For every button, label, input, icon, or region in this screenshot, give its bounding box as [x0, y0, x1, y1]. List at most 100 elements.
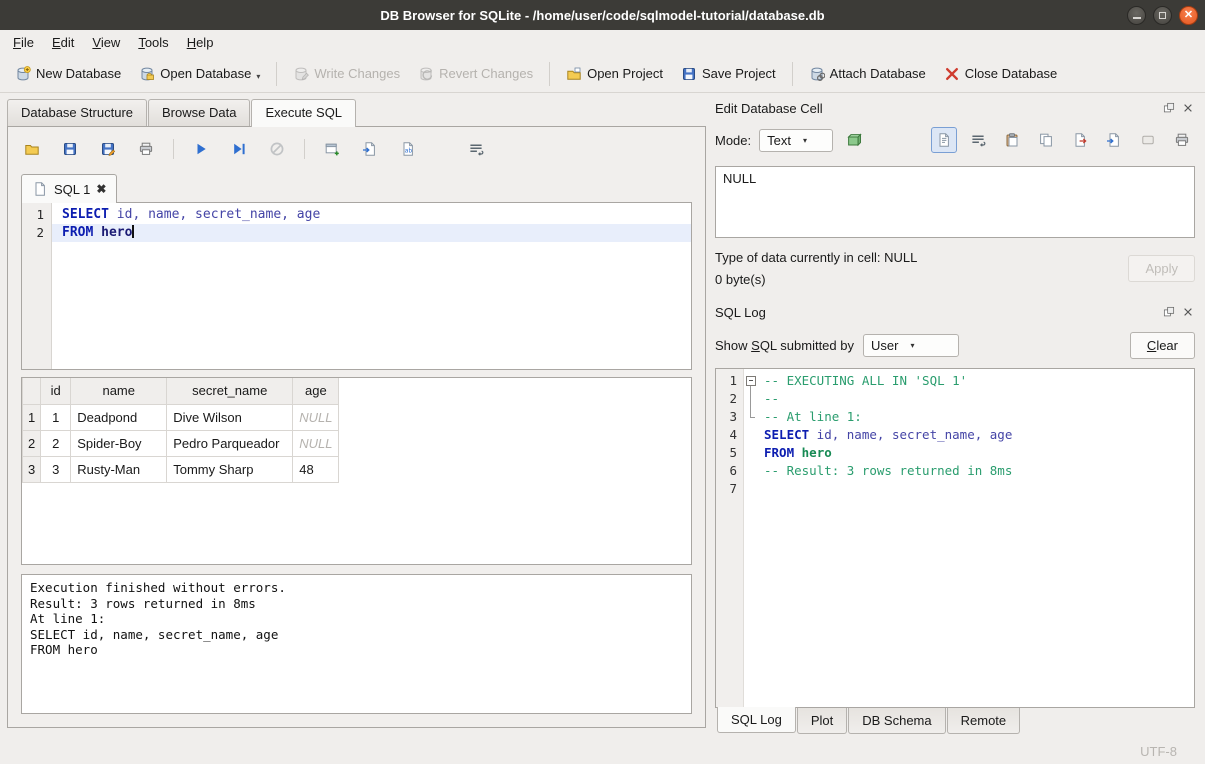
cell[interactable]: Tommy Sharp [167, 456, 293, 482]
log-line [758, 480, 1194, 498]
execution-message-pane: Execution finished without errors. Resul… [21, 574, 692, 714]
open-database-button[interactable]: Open Database▾ [132, 61, 267, 87]
cell[interactable]: NULL [293, 404, 339, 430]
row-number[interactable]: 3 [23, 456, 41, 482]
row-number[interactable]: 1 [23, 404, 41, 430]
menu-edit[interactable]: Edit [43, 32, 83, 53]
save-sql-as-icon[interactable] [97, 138, 119, 160]
cell[interactable]: Deadpond [71, 404, 167, 430]
apply-type-icon[interactable] [841, 127, 867, 153]
menu-help[interactable]: Help [178, 32, 223, 53]
attach-database-button[interactable]: Attach Database [802, 61, 933, 87]
column-header-id[interactable]: id [41, 378, 71, 404]
execute-current-line-icon[interactable] [228, 138, 250, 160]
save-project-button[interactable]: Save Project [674, 61, 783, 87]
set-null-icon[interactable] [1135, 127, 1161, 153]
paste-icon[interactable] [999, 127, 1025, 153]
menu-view[interactable]: View [83, 32, 129, 53]
menu-tools[interactable]: Tools [129, 32, 177, 53]
cell-editor[interactable]: NULL [715, 166, 1195, 238]
fold-cell [744, 426, 758, 444]
row-number[interactable]: 2 [23, 430, 41, 456]
log-line-number: 6 [716, 462, 743, 480]
float-icon[interactable] [1162, 101, 1176, 115]
bottom-tab-remote[interactable]: Remote [947, 708, 1021, 734]
dropdown-caret-icon[interactable]: ▾ [256, 72, 260, 82]
cell[interactable]: Spider-Boy [71, 430, 167, 456]
text-mode-icon[interactable] [931, 127, 957, 153]
sql-log-view[interactable]: 1234567 -- EXECUTING ALL IN 'SQL 1'---- … [715, 368, 1195, 708]
column-header-name[interactable]: name [71, 378, 167, 404]
attach-database-label: Attach Database [830, 66, 926, 81]
cell[interactable]: 3 [41, 456, 71, 482]
write-changes-button[interactable]: Write Changes [286, 61, 407, 87]
open-sql-file-icon[interactable] [21, 138, 43, 160]
minimize-button[interactable] [1127, 6, 1146, 25]
bottom-tab-db-schema[interactable]: DB Schema [848, 708, 945, 734]
new-tab-icon[interactable] [321, 138, 343, 160]
editor-line-number: 1 [22, 206, 51, 224]
sql-editor[interactable]: 12 SELECT id, name, secret_name, ageFROM… [21, 202, 692, 370]
print-icon[interactable] [135, 138, 157, 160]
column-header-age[interactable]: age [293, 378, 339, 404]
bottom-tabs: SQL LogPlotDB SchemaRemote [715, 708, 1195, 738]
cell[interactable]: Dive Wilson [167, 404, 293, 430]
sql-log-header: SQL Log [715, 301, 1195, 323]
fold-marker[interactable] [744, 372, 758, 390]
tab-execute-sql[interactable]: Execute SQL [251, 99, 356, 127]
app-window: DB Browser for SQLite - /home/user/code/… [0, 0, 1205, 764]
print-icon[interactable] [1169, 127, 1195, 153]
cell[interactable]: 48 [293, 456, 339, 482]
minimize-icon [1133, 17, 1141, 19]
new-database-button[interactable]: New Database [8, 61, 128, 87]
save-project-label: Save Project [702, 66, 776, 81]
clear-wrap: Clear [1130, 332, 1195, 359]
sql-tab[interactable]: SQL 1 ✖ [21, 174, 117, 203]
maximize-button[interactable] [1153, 6, 1172, 25]
float-icon[interactable] [1162, 305, 1176, 319]
word-wrap-icon[interactable] [965, 127, 991, 153]
clear-button[interactable]: Clear [1130, 332, 1195, 359]
close-button[interactable]: ✕ [1179, 6, 1198, 25]
tab-database-structure[interactable]: Database Structure [7, 99, 147, 126]
open-in-tab-icon[interactable] [359, 138, 381, 160]
revert-changes-label: Revert Changes [439, 66, 533, 81]
close-icon[interactable] [1181, 305, 1195, 319]
stop-icon[interactable] [266, 138, 288, 160]
column-header-secret_name[interactable]: secret_name [167, 378, 293, 404]
word-wrap-icon[interactable] [465, 138, 487, 160]
close-icon: ✕ [1184, 10, 1193, 21]
close-database-label: Close Database [965, 66, 1058, 81]
menu-file[interactable]: File [4, 32, 43, 53]
tab-browse-data[interactable]: Browse Data [148, 99, 250, 126]
cell[interactable]: Rusty-Man [71, 456, 167, 482]
cell-info-row: Type of data currently in cell: NULL 0 b… [715, 250, 1195, 287]
cell[interactable]: Pedro Parqueador [167, 430, 293, 456]
export-cell-icon[interactable] [1067, 127, 1093, 153]
import-cell-icon[interactable] [1101, 127, 1127, 153]
mode-combobox[interactable]: Text ▾ [759, 129, 833, 152]
open-project-label: Open Project [587, 66, 663, 81]
cell[interactable]: NULL [293, 430, 339, 456]
maximize-icon [1159, 12, 1166, 19]
db-close-icon [944, 66, 960, 82]
cell[interactable]: 1 [41, 404, 71, 430]
save-sql-file-icon[interactable] [59, 138, 81, 160]
revert-changes-button[interactable]: Revert Changes [411, 61, 540, 87]
find-replace-icon[interactable]: ab [397, 138, 419, 160]
log-line-number: 7 [716, 480, 743, 498]
bottom-tab-sql-log[interactable]: SQL Log [717, 707, 796, 733]
sql-tab-close-icon[interactable]: ✖ [96, 182, 106, 196]
log-code-area: -- EXECUTING ALL IN 'SQL 1'---- At line … [758, 369, 1194, 707]
open-project-button[interactable]: Open Project [559, 61, 670, 87]
copy-icon[interactable] [1033, 127, 1059, 153]
svg-text:ab: ab [405, 148, 413, 155]
apply-button[interactable]: Apply [1128, 255, 1195, 282]
bottom-tab-plot[interactable]: Plot [797, 708, 847, 734]
close-icon[interactable] [1181, 101, 1195, 115]
execute-all-icon[interactable] [190, 138, 212, 160]
log-filter-combobox[interactable]: User ▾ [863, 334, 959, 357]
log-line: -- EXECUTING ALL IN 'SQL 1' [758, 372, 1194, 390]
cell[interactable]: 2 [41, 430, 71, 456]
close-database-button[interactable]: Close Database [937, 61, 1065, 87]
